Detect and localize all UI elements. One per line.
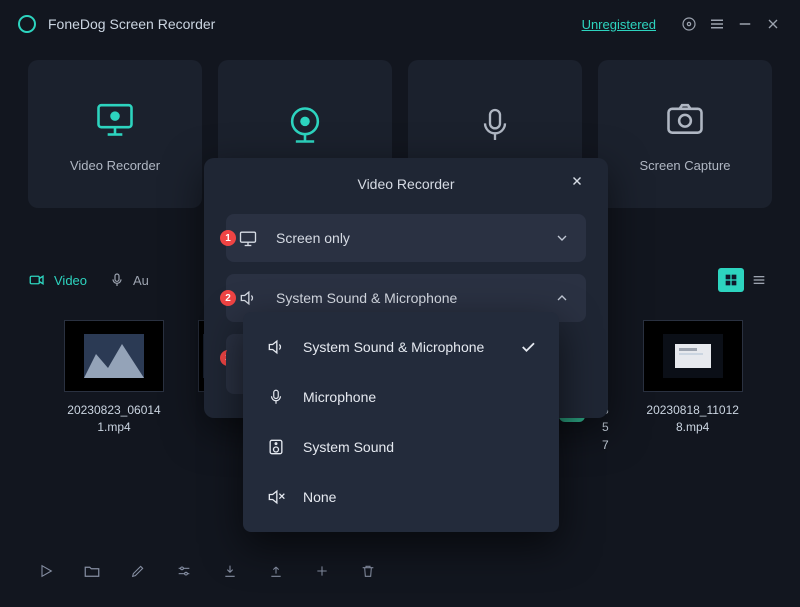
monitor-icon	[236, 226, 260, 250]
option-system-and-mic[interactable]: System Sound & Microphone	[243, 322, 559, 372]
audio-icon	[265, 337, 287, 357]
mute-icon	[265, 487, 287, 507]
camera-icon	[663, 96, 707, 140]
row-label: System Sound & Microphone	[276, 290, 554, 306]
option-microphone[interactable]: Microphone	[243, 372, 559, 422]
microphone-icon	[265, 388, 287, 406]
thumbnail	[643, 320, 743, 392]
audio-source-dropdown: System Sound & Microphone Microphone Sys…	[243, 312, 559, 532]
thumbnail	[64, 320, 164, 392]
settings-gear-icon[interactable]	[680, 15, 698, 33]
row-label: Screen only	[276, 230, 554, 246]
option-label: Microphone	[303, 389, 537, 405]
bottom-toolbar	[36, 561, 378, 581]
chevron-down-icon	[554, 230, 570, 246]
step-badge: 2	[220, 290, 236, 306]
webcam-icon	[283, 103, 327, 147]
tile-label: Video Recorder	[70, 158, 160, 173]
list-item[interactable]: 20230823_060141.mp4	[64, 320, 164, 454]
tab-label: Video	[54, 273, 87, 288]
tile-label: Screen Capture	[639, 158, 730, 173]
play-icon[interactable]	[36, 561, 56, 581]
settings-icon[interactable]	[174, 561, 194, 581]
tile-screen-capture[interactable]: Screen Capture	[598, 60, 772, 208]
option-label: System Sound & Microphone	[303, 339, 503, 355]
edit-icon[interactable]	[128, 561, 148, 581]
speaker-icon	[265, 437, 287, 457]
folder-icon[interactable]	[82, 561, 102, 581]
option-none[interactable]: None	[243, 472, 559, 522]
row-screen-source[interactable]: 1 Screen only	[226, 214, 586, 262]
tab-audio[interactable]: Au	[109, 272, 149, 288]
trash-icon[interactable]	[358, 561, 378, 581]
option-label: System Sound	[303, 439, 537, 455]
minimize-icon[interactable]	[736, 15, 754, 33]
title-bar: FoneDog Screen Recorder Unregistered	[0, 0, 800, 48]
menu-icon[interactable]	[708, 15, 726, 33]
audio-icon	[236, 286, 260, 310]
app-logo-icon	[18, 15, 36, 33]
check-icon	[519, 338, 537, 356]
list-view-icon[interactable]	[746, 268, 772, 292]
grid-view-icon[interactable]	[718, 268, 744, 292]
tab-label: Au	[133, 273, 149, 288]
step-badge: 1	[220, 230, 236, 246]
app-title: FoneDog Screen Recorder	[48, 16, 582, 32]
register-link[interactable]: Unregistered	[582, 17, 656, 32]
tile-video-recorder[interactable]: Video Recorder	[28, 60, 202, 208]
view-toggle	[718, 268, 772, 292]
option-system-sound[interactable]: System Sound	[243, 422, 559, 472]
chevron-up-icon	[554, 290, 570, 306]
close-icon[interactable]	[764, 15, 782, 33]
microphone-icon	[109, 272, 125, 288]
file-name: 20230823_060141.mp4	[64, 402, 164, 437]
monitor-icon	[93, 96, 137, 140]
convert-icon[interactable]	[312, 561, 332, 581]
camera-video-icon	[28, 271, 46, 289]
list-item[interactable]: 20230818_110128.mp4	[643, 320, 743, 454]
tab-video[interactable]: Video	[28, 271, 87, 289]
share-icon[interactable]	[266, 561, 286, 581]
download-icon[interactable]	[220, 561, 240, 581]
close-icon[interactable]	[570, 174, 588, 192]
option-label: None	[303, 489, 537, 505]
file-name: 20230818_110128.mp4	[643, 402, 743, 437]
microphone-icon	[475, 105, 515, 145]
modal-title: Video Recorder	[226, 176, 586, 192]
